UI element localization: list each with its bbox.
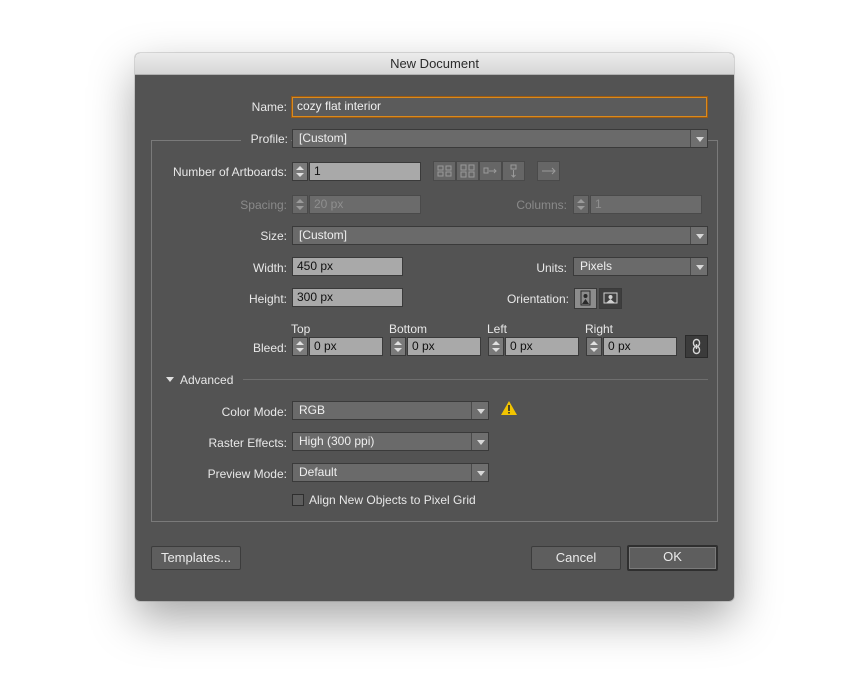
chevron-down-icon bbox=[690, 258, 707, 275]
arrange-by-column-icon[interactable] bbox=[502, 161, 525, 181]
chevron-down-icon bbox=[690, 227, 707, 244]
raster-effects-label: Raster Effects: bbox=[208, 436, 287, 450]
spacing-label: Spacing: bbox=[240, 198, 287, 212]
link-bleed-icon[interactable] bbox=[685, 335, 708, 358]
chevron-down-icon bbox=[471, 433, 488, 450]
dialog-title: New Document bbox=[135, 53, 734, 75]
bleed-top-stepper[interactable] bbox=[292, 337, 308, 356]
right-to-left-icon[interactable] bbox=[537, 161, 560, 181]
advanced-toggle[interactable]: Advanced bbox=[180, 373, 233, 387]
advanced-divider bbox=[243, 379, 708, 380]
templates-button[interactable]: Templates... bbox=[151, 546, 241, 570]
bleed-bottom-stepper[interactable] bbox=[390, 337, 406, 356]
bleed-left-stepper[interactable] bbox=[488, 337, 504, 356]
columns-stepper bbox=[573, 195, 589, 214]
bleed-left-label: Left bbox=[487, 322, 508, 336]
width-label: Width: bbox=[252, 261, 287, 275]
size-value: [Custom] bbox=[299, 228, 348, 242]
align-pixel-grid-label[interactable]: Align New Objects to Pixel Grid bbox=[309, 493, 476, 507]
bleed-left-input[interactable]: 0 px bbox=[505, 337, 579, 356]
bleed-top-input[interactable]: 0 px bbox=[309, 337, 383, 356]
disclosure-triangle-icon[interactable] bbox=[166, 377, 174, 382]
profile-label: Profile: bbox=[241, 132, 291, 146]
spacing-stepper bbox=[292, 195, 308, 214]
chevron-down-icon bbox=[471, 464, 488, 481]
grid-by-row-icon[interactable] bbox=[433, 161, 456, 181]
preview-mode-value: Default bbox=[299, 465, 338, 479]
cancel-button[interactable]: Cancel bbox=[531, 546, 621, 570]
height-input[interactable]: 300 px bbox=[292, 288, 403, 307]
bleed-right-label: Right bbox=[585, 322, 614, 336]
artboards-input[interactable]: 1 bbox=[309, 162, 421, 181]
landscape-icon[interactable] bbox=[599, 288, 622, 309]
size-label: Size: bbox=[260, 229, 287, 243]
spacing-input: 20 px bbox=[309, 195, 421, 214]
profile-value: [Custom] bbox=[299, 131, 348, 145]
columns-label: Columns: bbox=[516, 198, 567, 212]
portrait-icon[interactable] bbox=[574, 288, 597, 309]
color-mode-label: Color Mode: bbox=[221, 405, 287, 419]
color-mode-select[interactable]: RGB bbox=[292, 401, 489, 420]
bleed-top-label: Top bbox=[291, 322, 311, 336]
bleed-label: Bleed: bbox=[252, 341, 287, 355]
bleed-bottom-label: Bottom bbox=[389, 322, 428, 336]
name-input[interactable]: cozy flat interior bbox=[292, 97, 707, 117]
size-select[interactable]: [Custom] bbox=[292, 226, 708, 245]
units-label: Units: bbox=[536, 261, 567, 275]
units-value: Pixels bbox=[580, 259, 613, 273]
bleed-bottom-input[interactable]: 0 px bbox=[407, 337, 481, 356]
width-input[interactable]: 450 px bbox=[292, 257, 403, 276]
orientation-label: Orientation: bbox=[506, 292, 569, 306]
units-select[interactable]: Pixels bbox=[573, 257, 708, 276]
artboards-stepper[interactable] bbox=[292, 162, 308, 181]
warning-icon[interactable] bbox=[500, 400, 518, 419]
new-document-dialog: New Document Name: cozy flat interior Pr… bbox=[135, 53, 734, 601]
align-pixel-grid-checkbox[interactable] bbox=[292, 494, 304, 506]
preview-mode-label: Preview Mode: bbox=[207, 467, 287, 481]
height-label: Height: bbox=[248, 292, 287, 306]
name-label: Name: bbox=[251, 100, 287, 114]
bleed-right-stepper[interactable] bbox=[586, 337, 602, 356]
artboards-label: Number of Artboards: bbox=[172, 165, 287, 179]
color-mode-value: RGB bbox=[299, 403, 326, 417]
raster-effects-select[interactable]: High (300 ppi) bbox=[292, 432, 489, 451]
ok-button[interactable]: OK bbox=[627, 545, 718, 571]
arrange-by-row-icon[interactable] bbox=[479, 161, 502, 181]
profile-select[interactable]: [Custom] bbox=[292, 129, 708, 148]
bleed-right-input[interactable]: 0 px bbox=[603, 337, 677, 356]
preview-mode-select[interactable]: Default bbox=[292, 463, 489, 482]
chevron-down-icon bbox=[471, 402, 488, 419]
columns-input: 1 bbox=[590, 195, 702, 214]
raster-effects-value: High (300 ppi) bbox=[299, 434, 375, 448]
chevron-down-icon bbox=[690, 130, 707, 147]
grid-by-column-icon[interactable] bbox=[456, 161, 479, 181]
